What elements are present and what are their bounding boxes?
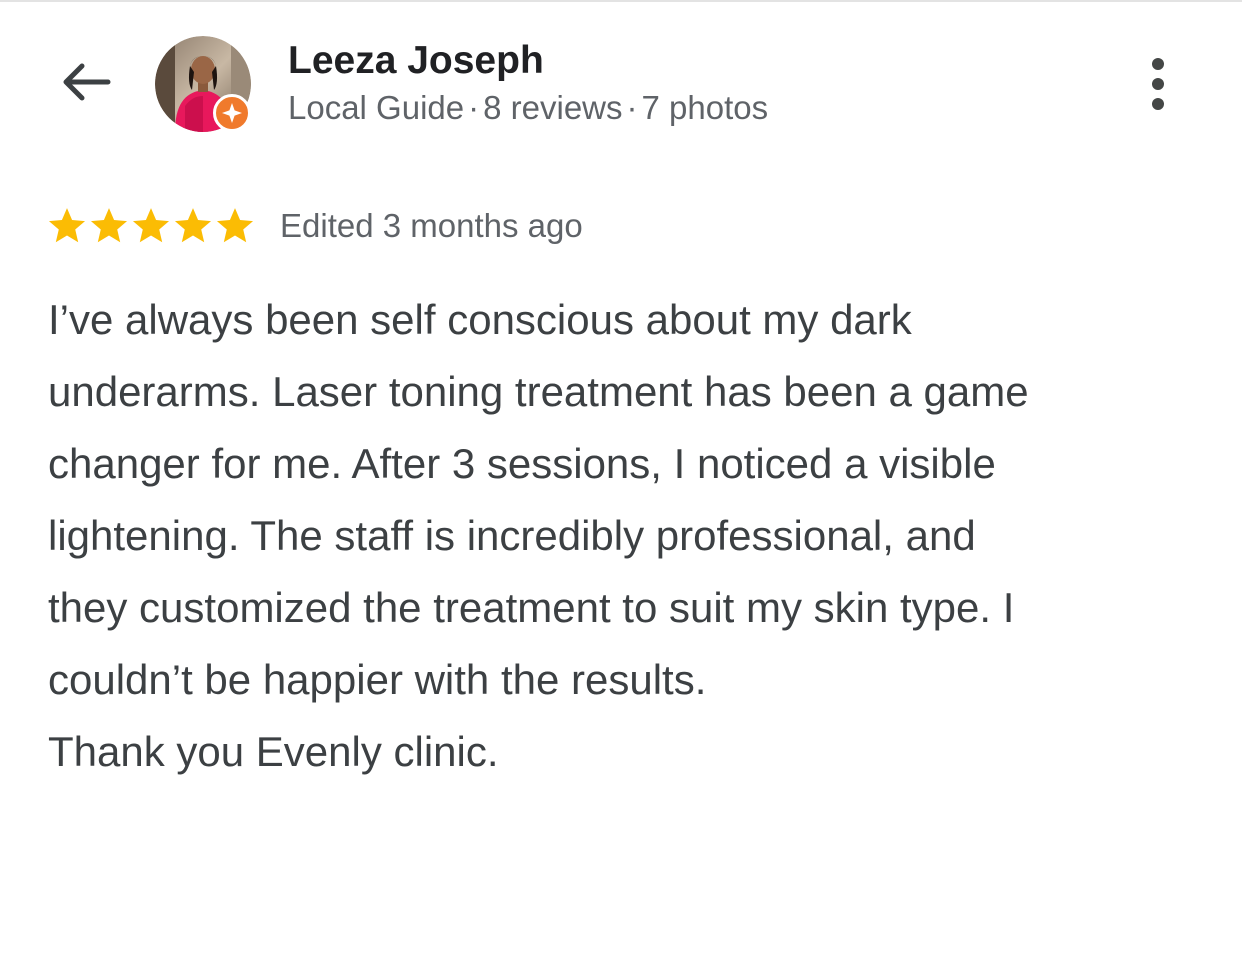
edited-timestamp: Edited 3 months ago bbox=[280, 207, 583, 244]
arrow-left-icon bbox=[63, 63, 111, 101]
review-count: 8 reviews bbox=[483, 89, 623, 126]
review-line: couldn’t be happier with the results. bbox=[48, 656, 707, 703]
star-icon bbox=[90, 208, 128, 243]
review-text: I’ve always been self conscious about my… bbox=[48, 284, 1228, 788]
reviewer-meta: Local Guide · 8 reviews · 7 photos bbox=[288, 88, 768, 128]
review-line: I’ve always been self conscious about my… bbox=[48, 296, 912, 343]
more-vertical-icon-dot bbox=[1152, 58, 1164, 70]
review-line: they customized the treatment to suit my… bbox=[48, 584, 1015, 631]
more-vertical-icon-dot bbox=[1152, 78, 1164, 90]
top-divider bbox=[0, 0, 1242, 2]
meta-separator: · bbox=[626, 89, 638, 126]
local-guide-label: Local Guide bbox=[288, 89, 465, 126]
star-icon bbox=[132, 208, 170, 243]
local-guide-badge bbox=[213, 94, 251, 132]
local-guide-star-icon bbox=[222, 103, 242, 123]
back-button[interactable] bbox=[56, 52, 116, 112]
review-line: lightening. The staff is incredibly prof… bbox=[48, 512, 976, 559]
star-icon bbox=[216, 208, 254, 243]
reviewer-name[interactable]: Leeza Joseph bbox=[288, 38, 544, 84]
meta-separator: · bbox=[468, 89, 480, 126]
more-vertical-icon-dot bbox=[1152, 98, 1164, 110]
star-icon bbox=[174, 208, 212, 243]
review-line: underarms. Laser toning treatment has be… bbox=[48, 368, 1029, 415]
rating-row: Edited 3 months ago bbox=[46, 204, 583, 248]
review-line: changer for me. After 3 sessions, I noti… bbox=[48, 440, 996, 487]
photo-count: 7 photos bbox=[641, 89, 769, 126]
review-closing: Thank you Evenly clinic. bbox=[48, 728, 499, 775]
reviewer-avatar[interactable] bbox=[155, 36, 251, 132]
more-options-button[interactable] bbox=[1134, 52, 1182, 116]
review-body: I’ve always been self conscious about my… bbox=[48, 284, 1228, 716]
star-rating bbox=[46, 205, 256, 247]
star-icon bbox=[48, 208, 86, 243]
